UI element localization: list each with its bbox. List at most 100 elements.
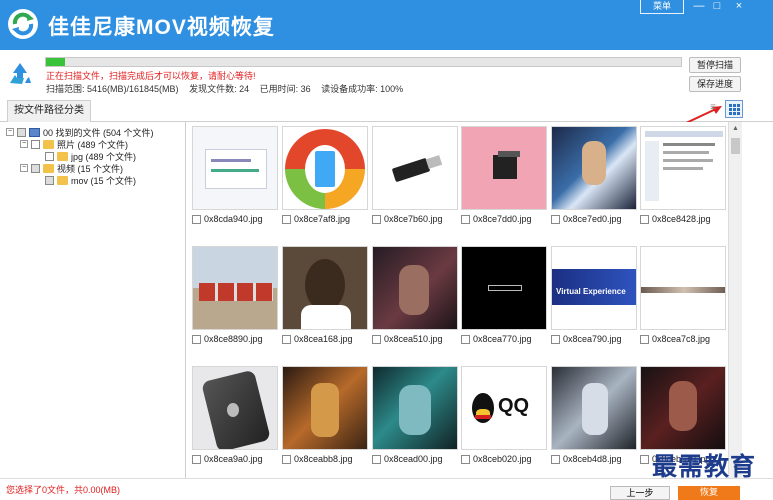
thumbnail-item[interactable]: 0x8ce7b60.jpg: [372, 126, 458, 230]
thumbnail-label: 0x8ceb020.jpg: [461, 454, 532, 464]
recycle-icon: [10, 63, 31, 84]
thumbnail-image[interactable]: [282, 126, 368, 210]
tree-checkbox[interactable]: [45, 175, 54, 185]
thumbnail-label: 0x8cea790.jpg: [551, 334, 622, 344]
scroll-up-icon[interactable]: ▲: [732, 125, 739, 132]
thumbnail-checkbox[interactable]: [640, 334, 649, 344]
tree-item-videos[interactable]: − 视频 (15 个文件): [20, 162, 123, 174]
tree-item-jpg[interactable]: jpg (489 个文件): [45, 150, 136, 162]
thumbnail-image[interactable]: [640, 126, 726, 210]
thumbnail-image[interactable]: [461, 246, 547, 330]
scan-progress-bar: [45, 57, 682, 67]
thumbnail-checkbox[interactable]: [461, 334, 470, 344]
thumbnail-item[interactable]: 0x8cda940.jpg: [192, 126, 278, 230]
thumbnail-checkbox[interactable]: [551, 334, 560, 344]
thumbnail-item[interactable]: 0x8ce8890.jpg: [192, 246, 278, 350]
thumbnail-image[interactable]: [192, 126, 278, 210]
grid-view-icon[interactable]: [725, 100, 743, 118]
thumbnail-filename: 0x8ceb020.jpg: [473, 454, 532, 464]
thumbnail-item[interactable]: Virtual Experience 0x8cea790.jpg: [551, 246, 637, 350]
thumbnail-image[interactable]: [192, 246, 278, 330]
thumbnail-filename: 0x8ce7ed0.jpg: [563, 214, 622, 224]
tree-checkbox[interactable]: [45, 151, 54, 161]
thumbnail-checkbox[interactable]: [461, 454, 470, 464]
thumbnail-label: 0x8ce8890.jpg: [192, 334, 263, 344]
pause-scan-button[interactable]: 暂停扫描: [689, 57, 741, 73]
scrollbar-thumb[interactable]: [731, 138, 740, 154]
thumbnail-filename: 0x8ce8428.jpg: [652, 214, 711, 224]
thumbnail-image[interactable]: Virtual Experience: [551, 246, 637, 330]
thumbnail-item[interactable]: 0x8ce7af8.jpg: [282, 126, 368, 230]
tab-by-path[interactable]: 按文件路径分类: [7, 100, 91, 122]
thumbnail-item[interactable]: 0x8ce7dd0.jpg: [461, 126, 547, 230]
found-count: 发现文件数: 24: [189, 84, 250, 94]
thumbnail-label: 0x8ce7dd0.jpg: [461, 214, 532, 224]
scan-info: 扫描范围: 5416(MB)/161845(MB) 发现文件数: 24 已用时间…: [46, 82, 411, 95]
thumbnail-checkbox[interactable]: [551, 214, 560, 224]
thumbnail-image[interactable]: [372, 366, 458, 450]
recover-button[interactable]: 恢复: [678, 486, 740, 500]
close-button[interactable]: ×: [728, 0, 750, 14]
thumbnail-checkbox[interactable]: [192, 334, 201, 344]
thumbnail-checkbox[interactable]: [372, 214, 381, 224]
thumbnail-label: 0x8ce7b60.jpg: [372, 214, 443, 224]
tree-item-photos[interactable]: − 照片 (489 个文件): [20, 138, 128, 150]
scan-status-text: 正在扫描文件，扫描完成后才可以恢复，请耐心等待!: [46, 71, 256, 81]
thumbnail-label: 0x8cea168.jpg: [282, 334, 353, 344]
thumbnail-checkbox[interactable]: [640, 454, 649, 464]
thumbnail-checkbox[interactable]: [551, 454, 560, 464]
thumbnail-image[interactable]: [551, 126, 637, 210]
menu-button[interactable]: 菜单: [640, 0, 684, 14]
thumbnail-item[interactable]: 0x8ce7ed0.jpg: [551, 126, 637, 230]
thumbnail-checkbox[interactable]: [372, 334, 381, 344]
tree-item-mov[interactable]: mov (15 个文件): [45, 174, 136, 186]
thumbnail-item[interactable]: 0x8cea510.jpg: [372, 246, 458, 350]
thumbnail-image[interactable]: [282, 366, 368, 450]
thumbnail-checkbox[interactable]: [282, 454, 291, 464]
thumbnail-checkbox[interactable]: [282, 214, 291, 224]
tree-item-root[interactable]: − 00 找到的文件 (504 个文件): [6, 126, 154, 138]
thumbnail-checkbox[interactable]: [372, 454, 381, 464]
thumbnail-checkbox[interactable]: [192, 214, 201, 224]
save-progress-button[interactable]: 保存进度: [689, 76, 741, 92]
scrollbar[interactable]: ▲ ▼: [728, 122, 742, 478]
thumbnail-checkbox[interactable]: [282, 334, 291, 344]
read-success-rate: 读设备成功率: 100%: [321, 84, 404, 94]
thumbnail-image[interactable]: [551, 366, 637, 450]
thumbnail-image[interactable]: [461, 126, 547, 210]
thumbnail-image[interactable]: [282, 246, 368, 330]
thumbnail-item[interactable]: 0x8cea770.jpg: [461, 246, 547, 350]
thumbnail-item[interactable]: 0x8cea7c8.jpg: [640, 246, 726, 350]
maximize-button[interactable]: □: [706, 0, 728, 14]
thumbnail-label: 0x8cea9a0.jpg: [192, 454, 263, 464]
thumbnail-checkbox[interactable]: [640, 214, 649, 224]
thumbnail-label: 0x8ce7ed0.jpg: [551, 214, 622, 224]
folder-icon: [43, 163, 54, 173]
collapse-icon[interactable]: −: [6, 128, 14, 136]
thumbnail-item[interactable]: 0x8ce8428.jpg: [640, 126, 726, 230]
thumbnail-item[interactable]: 0x8cea168.jpg: [282, 246, 368, 350]
list-view-icon[interactable]: ≡: [706, 102, 720, 116]
previous-step-button[interactable]: 上一步: [610, 486, 670, 500]
thumbnail-item[interactable]: 0x8ceb4d8.jpg: [551, 366, 637, 470]
thumbnail-image[interactable]: [640, 246, 726, 330]
tree-checkbox[interactable]: [31, 163, 40, 173]
thumbnail-item[interactable]: 0x8cead00.jpg: [372, 366, 458, 470]
thumbnail-image[interactable]: [192, 366, 278, 450]
thumbnail-item[interactable]: 0x8ceabb8.jpg: [282, 366, 368, 470]
computer-icon: [29, 127, 40, 137]
collapse-icon[interactable]: −: [20, 164, 28, 172]
thumbnail-filename: 0x8cea7c8.jpg: [652, 334, 711, 344]
thumbnail-checkbox[interactable]: [461, 214, 470, 224]
thumbnail-image[interactable]: [372, 126, 458, 210]
thumbnail-image[interactable]: [372, 246, 458, 330]
thumbnail-item[interactable]: QQ 0x8ceb020.jpg: [461, 366, 547, 470]
thumbnail-image[interactable]: QQ: [461, 366, 547, 450]
thumbnail-label: 0x8ce7af8.jpg: [282, 214, 350, 224]
collapse-icon[interactable]: −: [20, 140, 28, 148]
thumbnail-item[interactable]: 0x8cea9a0.jpg: [192, 366, 278, 470]
tree-checkbox[interactable]: [31, 139, 40, 149]
thumbnail-image[interactable]: [640, 366, 726, 450]
tree-checkbox[interactable]: [17, 127, 26, 137]
thumbnail-checkbox[interactable]: [192, 454, 201, 464]
